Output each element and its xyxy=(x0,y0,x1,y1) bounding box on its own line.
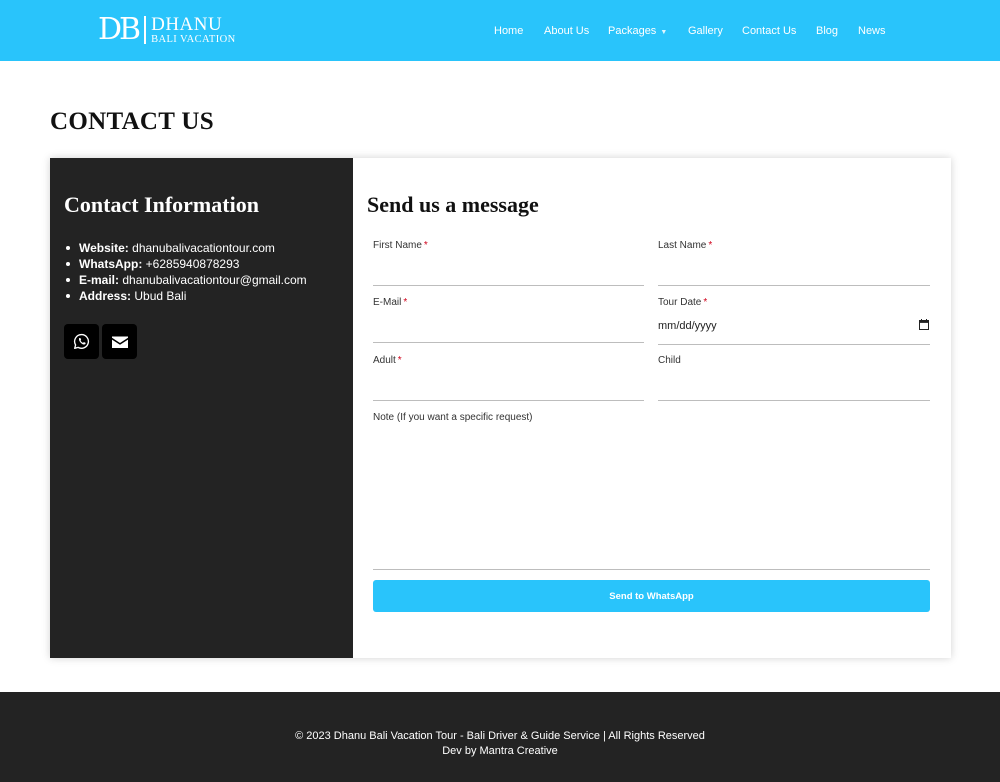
info-address-label: Address: xyxy=(79,289,132,303)
whatsapp-icon xyxy=(73,333,90,349)
site-footer: © 2023 Dhanu Bali Vacation Tour - Bali D… xyxy=(0,692,1000,782)
last-name-underline xyxy=(658,285,930,286)
required-mark: * xyxy=(708,240,713,251)
tour-date-label-text: Tour Date xyxy=(658,297,702,308)
contact-card: Contact Information Website: dhanubaliva… xyxy=(50,158,951,658)
adult-field[interactable]: Adult * xyxy=(373,355,644,401)
email-underline xyxy=(373,342,644,343)
last-name-label: Last Name * xyxy=(658,240,930,252)
info-whatsapp-value[interactable]: +6285940878293 xyxy=(146,257,240,271)
required-mark: * xyxy=(397,355,402,366)
note-label: Note (If you want a specific request) xyxy=(373,412,533,423)
info-whatsapp: WhatsApp: +6285940878293 xyxy=(66,256,307,272)
tour-date-underline xyxy=(658,344,930,345)
info-email-value[interactable]: dhanubalivacationtour@gmail.com xyxy=(122,273,306,287)
child-field[interactable]: Child xyxy=(658,355,930,401)
adult-label-text: Adult xyxy=(373,355,396,366)
chevron-down-icon: ▼ xyxy=(660,29,668,36)
child-label: Child xyxy=(658,355,681,366)
send-to-whatsapp-button[interactable]: Send to WhatsApp xyxy=(373,580,930,612)
email-label: E-Mail * xyxy=(373,297,644,309)
footer-copyright: © 2023 Dhanu Bali Vacation Tour - Bali D… xyxy=(295,730,705,742)
email-field[interactable]: E-Mail * xyxy=(373,297,644,343)
nav-about-us[interactable]: About Us xyxy=(544,24,589,38)
required-mark: * xyxy=(703,297,708,308)
envelope-icon xyxy=(111,336,128,348)
tour-date-field[interactable]: Tour Date * mm/dd/yyyy xyxy=(658,297,930,345)
nav-packages[interactable]: Packages ▼ xyxy=(608,24,667,40)
nav-home[interactable]: Home xyxy=(494,24,523,38)
adult-label: Adult * xyxy=(373,355,644,367)
required-mark: * xyxy=(423,240,428,251)
last-name-field[interactable]: Last Name * xyxy=(658,240,930,286)
adult-underline xyxy=(373,400,644,401)
calendar-icon[interactable] xyxy=(919,319,929,330)
note-underline xyxy=(373,569,930,570)
first-name-label-text: First Name xyxy=(373,240,422,251)
info-website-value[interactable]: dhanubalivacationtour.com xyxy=(132,241,275,255)
info-website: Website: dhanubalivacationtour.com xyxy=(66,240,307,256)
first-name-field[interactable]: First Name * xyxy=(373,240,644,286)
contact-info-list: Website: dhanubalivacationtour.com Whats… xyxy=(66,240,307,304)
whatsapp-button[interactable] xyxy=(64,324,99,359)
info-address-value: Ubud Bali xyxy=(134,289,187,303)
nav-packages-label: Packages xyxy=(608,25,657,37)
form-title: Send us a message xyxy=(367,192,539,217)
nav-news[interactable]: News xyxy=(858,24,886,38)
first-name-label: First Name * xyxy=(373,240,644,252)
tour-date-value[interactable]: mm/dd/yyyy xyxy=(658,320,717,332)
nav-blog[interactable]: Blog xyxy=(816,24,838,38)
nav-gallery[interactable]: Gallery xyxy=(688,24,723,38)
info-address: Address: Ubud Bali xyxy=(66,288,307,304)
site-header: DB DHANU BALI VACATION Home About Us Pac… xyxy=(0,0,1000,61)
contact-info-title: Contact Information xyxy=(64,192,259,217)
info-email: E-mail: dhanubalivacationtour@gmail.com xyxy=(66,272,307,288)
required-mark: * xyxy=(403,297,408,308)
last-name-label-text: Last Name xyxy=(658,240,707,251)
page-title: CONTACT US xyxy=(50,108,214,135)
contact-info-panel: Contact Information Website: dhanubaliva… xyxy=(50,158,353,658)
main-nav: Home About Us Packages ▼ Gallery Contact … xyxy=(0,24,1000,38)
info-email-label: E-mail: xyxy=(79,273,120,287)
info-whatsapp-label: WhatsApp: xyxy=(79,257,143,271)
nav-contact-us[interactable]: Contact Us xyxy=(742,24,796,38)
tour-date-label: Tour Date * xyxy=(658,297,930,309)
first-name-underline xyxy=(373,285,644,286)
child-underline xyxy=(658,400,930,401)
email-label-text: E-Mail xyxy=(373,297,402,308)
footer-credit[interactable]: Dev by Mantra Creative xyxy=(0,744,1000,758)
note-textarea[interactable]: Note (If you want a specific request) xyxy=(373,412,930,570)
info-website-label: Website: xyxy=(79,241,129,255)
message-form-panel: Send us a message First Name * Last Name *… xyxy=(353,158,951,658)
email-button[interactable] xyxy=(102,324,137,359)
